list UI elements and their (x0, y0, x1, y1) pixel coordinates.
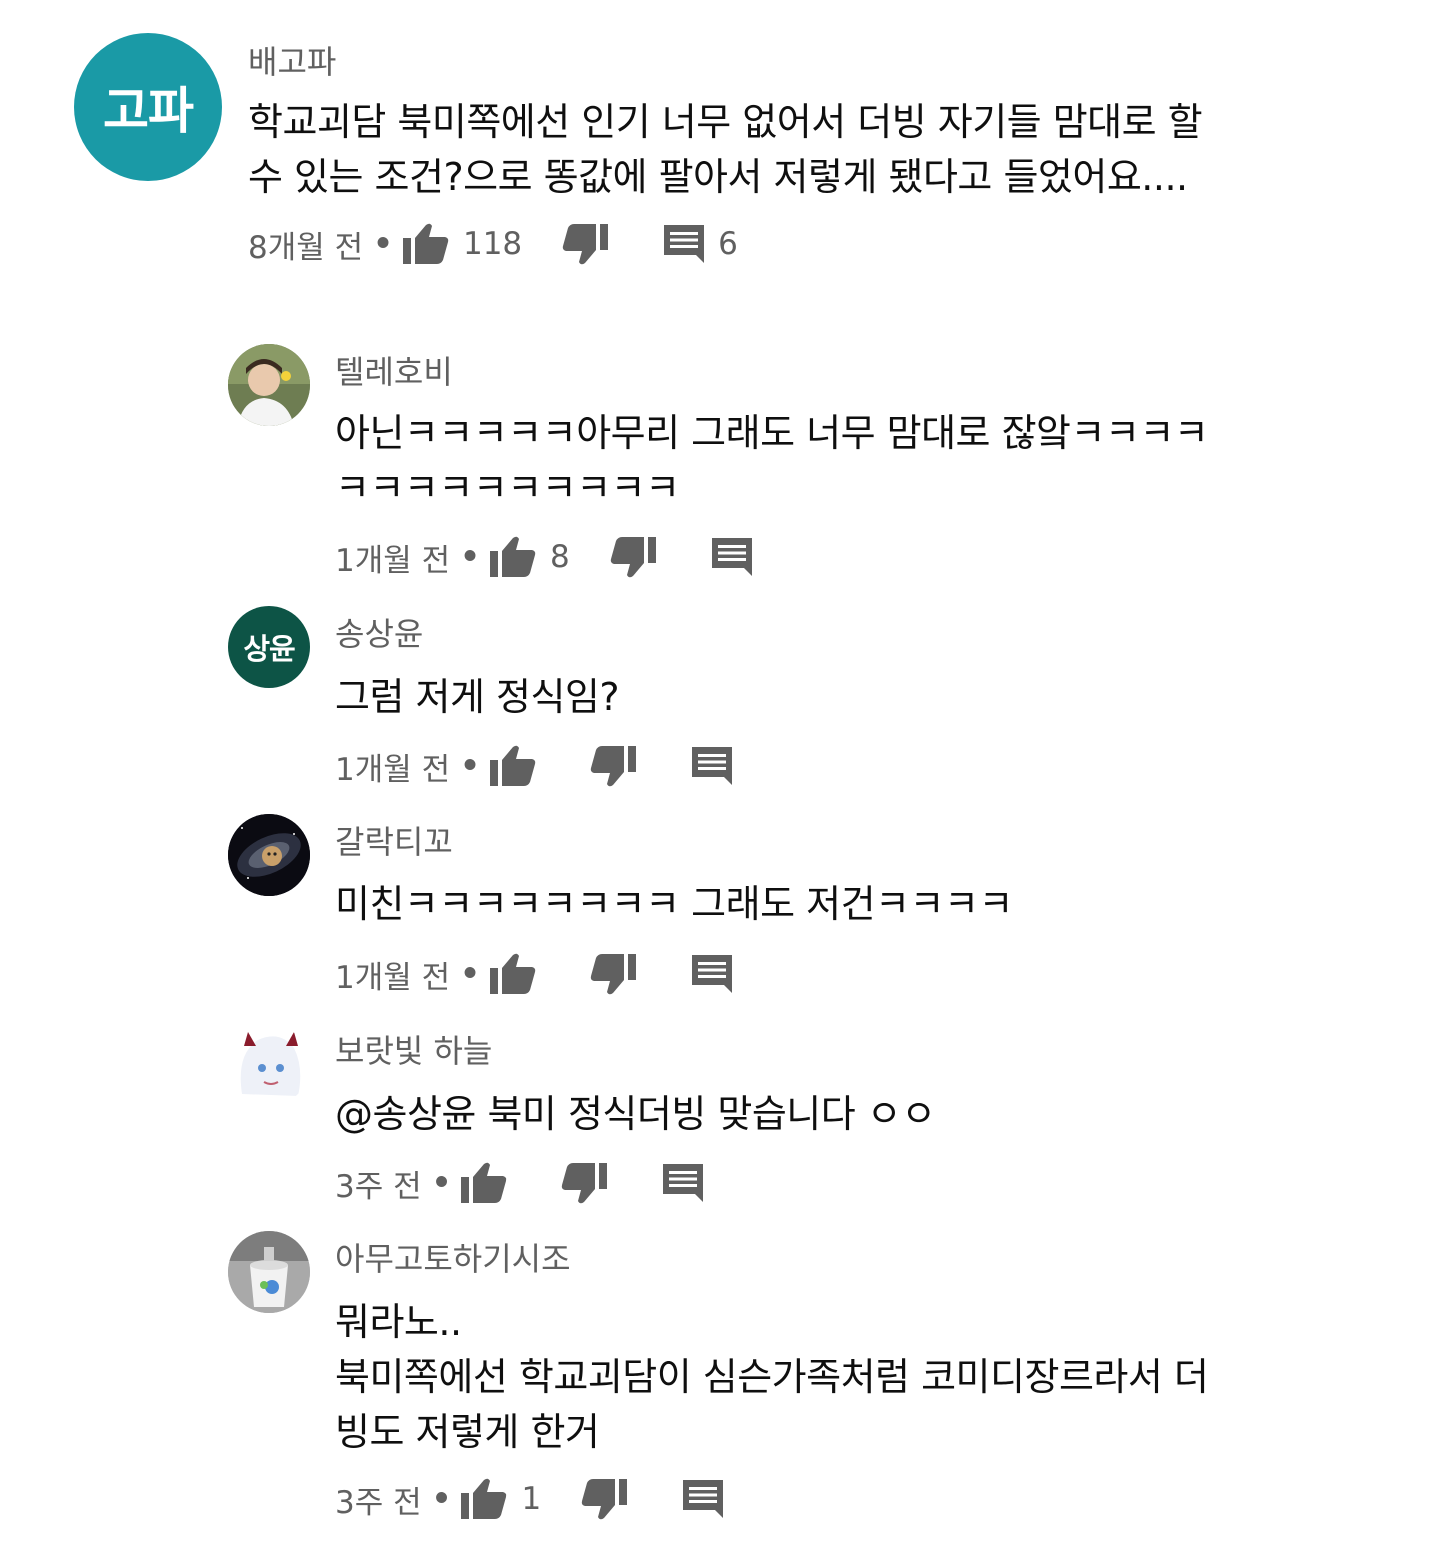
comment-text-line: 뭐라노.. (335, 1300, 462, 1344)
comment-timestamp: 1개월 전 (335, 542, 451, 579)
thumb-down-icon (590, 746, 636, 787)
comment-timestamp: 1개월 전 (335, 959, 451, 996)
thumb-up-icon (402, 223, 449, 264)
thumb-up-icon (461, 1478, 507, 1519)
thumb-down-icon (590, 954, 636, 995)
thumb-up-icon (489, 745, 536, 786)
like-count: 8 (549, 539, 570, 575)
comment-text-line: 수 있는 조건?으로 똥값에 팔아서 저렇게 됐다고 들었어요.... (248, 155, 1188, 199)
comment-text: 미친ㅋㅋㅋㅋㅋㅋㅋㅋ 그래도 저건ㅋㅋㅋㅋ (335, 877, 1345, 932)
separator-dot: • (460, 748, 480, 784)
comment-actions: 1개월 전 • 8 (335, 533, 754, 581)
comment-actions: 3주 전 • 1 (335, 1475, 725, 1523)
comment-timestamp: 1개월 전 (335, 751, 451, 788)
comment-text-line: 미친ㅋㅋㅋㅋㅋㅋㅋㅋ 그래도 저건ㅋㅋㅋㅋ (335, 882, 1013, 926)
reply-button[interactable] (661, 1162, 705, 1204)
comment-text-line: 북미쪽에선 학교괴담이 심슨가족처럼 코미디장르라서 더 (335, 1355, 1209, 1399)
comment-actions: 3주 전 • (335, 1159, 705, 1207)
dislike-button[interactable] (588, 744, 638, 788)
reply-button[interactable] (662, 223, 706, 265)
like-count: 1 (521, 1481, 542, 1517)
comment-actions: 1개월 전 • (335, 742, 734, 790)
comment-text-line: 그럼 저게 정식임? (335, 675, 620, 719)
like-button[interactable] (488, 952, 538, 996)
comment-text-line: ㅋㅋㅋㅋㅋㅋㅋㅋㅋㅋ (335, 466, 680, 510)
comment-text-line: 학교괴담 북미쪽에선 인기 너무 없어서 더빙 자기들 맘대로 할 (248, 100, 1203, 144)
comment-author[interactable]: 아무고토하기시조 (335, 1239, 571, 1279)
thumb-up-icon (489, 536, 536, 577)
reply-button[interactable] (710, 536, 754, 578)
comment-icon (691, 747, 732, 785)
comment-text-line: 아닌ㅋㅋㅋㅋㅋ아무리 그래도 너무 맘대로 잖앜ㅋㅋㅋㅋ (335, 411, 1209, 455)
avatar[interactable] (228, 344, 310, 426)
separator-dot: • (431, 1481, 452, 1517)
comment-text-line: 빙도 저렇게 한거 (335, 1410, 600, 1454)
avatar[interactable] (228, 1024, 310, 1106)
comment-icon (663, 1164, 704, 1202)
like-button[interactable] (488, 535, 538, 579)
thumb-down-icon (610, 537, 656, 578)
comment-author[interactable]: 갈락티꼬 (335, 822, 453, 862)
comment-text: 뭐라노.. 북미쪽에선 학교괴담이 심슨가족처럼 코미디장르라서 더 빙도 저렇… (335, 1295, 1395, 1460)
avatar[interactable]: 상윤 (228, 606, 310, 688)
comment-text: @송상윤 북미 정식더빙 맞습니다 ㅇㅇ (335, 1087, 1345, 1142)
comment-text: 아닌ㅋㅋㅋㅋㅋ아무리 그래도 너무 맘대로 잖앜ㅋㅋㅋㅋ ㅋㅋㅋㅋㅋㅋㅋㅋㅋㅋ (335, 406, 1345, 516)
thumb-up-icon (461, 1162, 507, 1203)
reply-button[interactable] (681, 1478, 725, 1520)
dislike-button[interactable] (560, 222, 610, 266)
comment-author[interactable]: 보랏빛 하늘 (335, 1031, 492, 1071)
thumb-up-icon (489, 953, 536, 994)
comment-icon (664, 225, 705, 263)
comment-author[interactable]: 텔레호비 (335, 352, 453, 392)
like-button[interactable] (459, 1161, 509, 1205)
reply-count: 6 (718, 226, 738, 262)
thumb-down-icon (562, 1163, 608, 1204)
like-count: 118 (462, 226, 523, 262)
avatar-initials: 상윤 (243, 632, 295, 666)
galaxy-dog-photo-icon (228, 814, 310, 896)
dislike-button[interactable] (559, 1161, 609, 1205)
like-button[interactable] (401, 222, 451, 266)
reply-button[interactable] (690, 953, 734, 995)
thumb-down-icon (581, 1479, 628, 1520)
avatar-initials: 고파 (103, 82, 194, 140)
comment-timestamp: 3주 전 (335, 1484, 422, 1521)
comment-icon (683, 1480, 724, 1518)
avatar[interactable]: 고파 (74, 33, 222, 181)
anime-character-photo-icon (228, 1024, 310, 1106)
profile-photo-icon (228, 344, 310, 426)
comment-icon (711, 538, 752, 576)
thumb-down-icon (562, 224, 609, 265)
like-button[interactable] (459, 1477, 509, 1521)
cup-photo-icon (228, 1231, 310, 1313)
separator-dot: • (431, 1165, 452, 1201)
separator-dot: • (373, 226, 393, 262)
separator-dot: • (460, 539, 480, 575)
like-button[interactable] (488, 744, 538, 788)
comment-timestamp: 3주 전 (335, 1168, 422, 1205)
comment-actions: 8개월 전 • 118 6 (248, 220, 738, 268)
comment-author[interactable]: 송상윤 (335, 614, 423, 654)
comment-thread: 고파 배고파 학교괴담 북미쪽에선 인기 너무 없어서 더빙 자기들 맘대로 할… (0, 0, 1436, 300)
dislike-button[interactable] (588, 952, 638, 996)
dislike-button[interactable] (579, 1477, 629, 1521)
comment-author[interactable]: 배고파 (248, 42, 336, 82)
avatar[interactable] (228, 814, 310, 896)
comment-actions: 1개월 전 • (335, 950, 734, 998)
comment-text: 학교괴담 북미쪽에선 인기 너무 없어서 더빙 자기들 맘대로 할 수 있는 조… (248, 95, 1368, 205)
comment-icon (691, 955, 732, 993)
comment-text: 그럼 저게 정식임? (335, 670, 1345, 725)
avatar[interactable] (228, 1231, 310, 1313)
dislike-button[interactable] (608, 535, 658, 579)
comment-text-line: @송상윤 북미 정식더빙 맞습니다 ㅇㅇ (335, 1092, 936, 1136)
separator-dot: • (460, 956, 480, 992)
reply-button[interactable] (690, 745, 734, 787)
comment-timestamp: 8개월 전 (248, 229, 364, 266)
